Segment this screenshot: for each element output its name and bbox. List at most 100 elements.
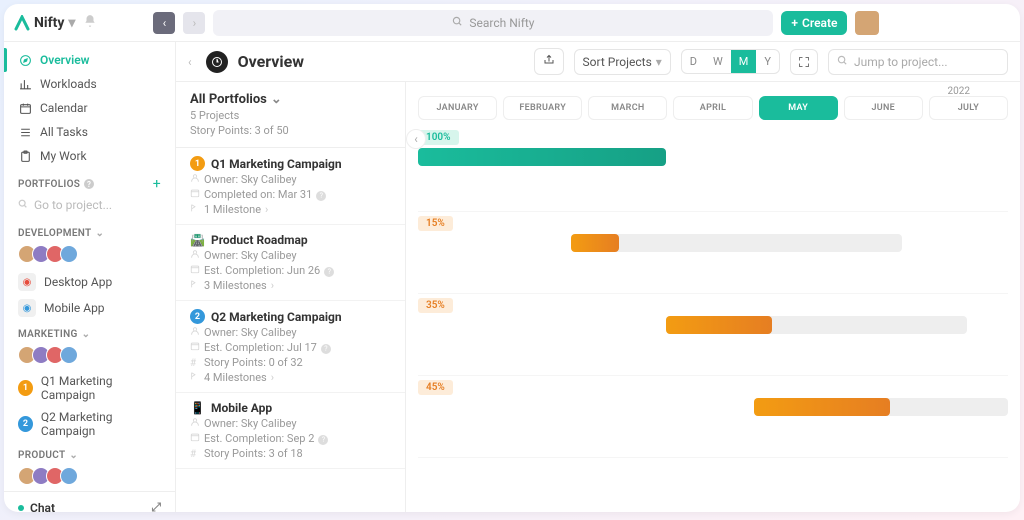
member-avatar xyxy=(60,467,78,485)
calendar-icon xyxy=(190,432,200,445)
info-icon[interactable]: ? xyxy=(316,188,326,201)
milestone-icon xyxy=(190,371,200,384)
chevron-down-icon: ⌄ xyxy=(82,329,91,340)
section-members[interactable] xyxy=(4,243,175,269)
goto-project-input[interactable]: Go to project... xyxy=(4,196,175,220)
add-portfolio-button[interactable]: + xyxy=(153,176,161,192)
portfolio-title[interactable]: All Portfolios ⌄ xyxy=(190,92,391,107)
overview-icon xyxy=(206,51,228,73)
month-tab-may[interactable]: MAY xyxy=(759,96,838,120)
create-button[interactable]: + Create xyxy=(781,11,847,35)
view-w-button[interactable]: W xyxy=(705,50,731,73)
chevron-down-icon: ⌄ xyxy=(95,228,104,239)
month-tab-july[interactable]: JULY xyxy=(929,96,1008,120)
chevron-right-icon[interactable]: › xyxy=(265,203,268,216)
nav-calendar[interactable]: Calendar xyxy=(4,96,175,120)
gantt-bar[interactable] xyxy=(754,398,890,416)
project-card[interactable]: 📱Mobile AppOwner: Sky CalibeyEst. Comple… xyxy=(176,393,405,469)
brand-logo[interactable]: Nifty ▾ xyxy=(14,15,75,31)
view-d-button[interactable]: D xyxy=(682,50,705,73)
chevron-right-icon[interactable]: › xyxy=(271,371,274,384)
project-link[interactable]: ◉Mobile App xyxy=(4,295,175,321)
calendar-icon xyxy=(18,102,32,115)
project-number-icon: 1 xyxy=(190,156,205,171)
status-dot-icon xyxy=(18,505,24,511)
sidebar: OverviewWorkloadsCalendarAll TasksMy Wor… xyxy=(4,42,176,512)
nav-my-work[interactable]: My Work xyxy=(4,144,175,168)
month-tab-june[interactable]: JUNE xyxy=(844,96,923,120)
chevron-right-icon[interactable]: › xyxy=(271,279,274,292)
member-avatar xyxy=(60,346,78,364)
timeline-year: 2022 xyxy=(948,86,970,97)
nav-back-button[interactable]: ‹ xyxy=(153,12,175,34)
chart-icon xyxy=(18,78,32,91)
member-avatar xyxy=(60,245,78,263)
project-link[interactable]: 1Q1 Marketing Campaign xyxy=(4,370,175,406)
gantt-row: 35% xyxy=(418,294,1008,376)
section-marketing[interactable]: MARKETING⌄ xyxy=(4,321,175,344)
project-card[interactable]: 2Q2 Marketing CampaignOwner: Sky Calibey… xyxy=(176,301,405,393)
month-tab-march[interactable]: MARCH xyxy=(588,96,667,120)
month-tab-january[interactable]: JANUARY xyxy=(418,96,497,120)
info-icon[interactable]: ? xyxy=(324,264,334,277)
month-tab-april[interactable]: APRIL xyxy=(673,96,752,120)
user-avatar[interactable] xyxy=(855,11,879,35)
nav-overview[interactable]: Overview xyxy=(4,48,175,72)
project-card[interactable]: 🛣️Product RoadmapOwner: Sky CalibeyEst. … xyxy=(176,225,405,301)
project-card[interactable]: 1Q1 Marketing CampaignOwner: Sky Calibey… xyxy=(176,148,405,225)
hash-icon: # xyxy=(190,356,200,369)
section-development[interactable]: DEVELOPMENT⌄ xyxy=(4,220,175,243)
project-icon: ◉ xyxy=(18,273,36,291)
portfolio-summary: All Portfolios ⌄ 5 Projects Story Points… xyxy=(176,82,405,148)
view-y-button[interactable]: Y xyxy=(756,50,779,73)
nav-forward-button[interactable]: › xyxy=(183,12,205,34)
gantt-bar[interactable] xyxy=(666,316,772,334)
milestone-icon xyxy=(190,279,200,292)
chat-toggle[interactable]: Chat ⤢ xyxy=(4,491,175,512)
share-button[interactable] xyxy=(534,48,564,75)
compass-icon xyxy=(18,54,32,67)
progress-badge: 35% xyxy=(418,298,453,313)
project-icon: ◉ xyxy=(18,299,36,317)
fullscreen-button[interactable] xyxy=(790,49,818,75)
info-icon[interactable]: ? xyxy=(321,341,331,354)
sort-projects-button[interactable]: Sort Projects ▾ xyxy=(574,49,671,75)
project-list-column: All Portfolios ⌄ 5 Projects Story Points… xyxy=(176,82,406,512)
view-m-button[interactable]: M xyxy=(731,50,757,73)
project-number-icon: 2 xyxy=(190,309,205,324)
nav-all-tasks[interactable]: All Tasks xyxy=(4,120,175,144)
chevron-down-icon: ▾ xyxy=(656,55,662,69)
calendar-icon xyxy=(190,341,200,354)
clipboard-icon xyxy=(18,150,32,163)
project-link[interactable]: 2Q2 Marketing Campaign xyxy=(4,406,175,442)
gantt-bar[interactable] xyxy=(418,148,666,166)
expand-icon[interactable]: ⤢ xyxy=(151,500,161,512)
section-product[interactable]: PRODUCT⌄ xyxy=(4,442,175,465)
user-icon xyxy=(190,173,200,186)
global-search[interactable]: Search Nifty xyxy=(213,10,773,36)
overview-header: ‹ Overview Sort Projects ▾ DWMY xyxy=(176,42,1020,82)
gantt-bar[interactable] xyxy=(571,234,618,252)
month-tab-february[interactable]: FEBRUARY xyxy=(503,96,582,120)
project-link[interactable]: ◉Desktop App xyxy=(4,269,175,295)
user-icon xyxy=(190,417,200,430)
milestone-icon xyxy=(190,203,200,216)
story-points-summary: Story Points: 3 of 50 xyxy=(190,124,391,137)
month-tabs: JANUARYFEBRUARYMARCHAPRIL MAYJUNEJULY xyxy=(406,82,1020,126)
section-members[interactable] xyxy=(4,465,175,491)
nav-workloads[interactable]: Workloads xyxy=(4,72,175,96)
jump-to-project-input[interactable]: Jump to project... xyxy=(828,49,1008,75)
notification-bell-icon[interactable] xyxy=(83,14,97,31)
gantt-track xyxy=(571,234,901,252)
prev-month-button[interactable]: ‹ xyxy=(406,129,426,149)
portfolios-header: PORTFOLIOS ? + xyxy=(4,168,175,196)
chevron-left-icon[interactable]: ‹ xyxy=(188,55,192,69)
chevron-down-icon: ▾ xyxy=(68,15,75,31)
list-icon xyxy=(18,126,32,139)
help-icon[interactable]: ? xyxy=(84,179,94,189)
user-icon xyxy=(190,326,200,339)
info-icon[interactable]: ? xyxy=(318,432,328,445)
section-members[interactable] xyxy=(4,344,175,370)
mobile-icon: 📱 xyxy=(190,401,205,415)
share-icon xyxy=(543,54,555,69)
